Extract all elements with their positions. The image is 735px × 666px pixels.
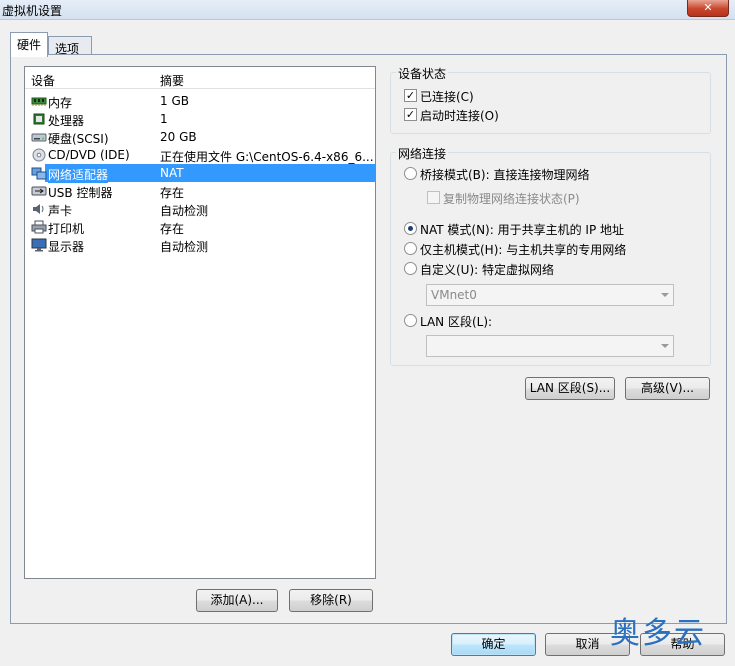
cdrom-icon bbox=[31, 148, 47, 162]
device-row[interactable]: 处理器 1 bbox=[25, 110, 375, 128]
device-name: 内存 bbox=[48, 96, 73, 110]
device-row[interactable]: 硬盘(SCSI) 20 GB bbox=[25, 128, 375, 146]
harddisk-icon bbox=[31, 130, 47, 144]
ok-button[interactable]: 确定 bbox=[451, 633, 536, 656]
custom-label[interactable]: 自定义(U): 特定虚拟网络 bbox=[420, 261, 554, 278]
lan-segments-button[interactable]: LAN 区段(S)... bbox=[525, 377, 615, 400]
device-summary: 1 GB bbox=[160, 94, 189, 108]
printer-icon bbox=[31, 220, 47, 234]
connected-label[interactable]: 已连接(C) bbox=[420, 88, 474, 105]
device-summary: 存在 bbox=[160, 186, 185, 200]
remove-button[interactable]: 移除(R) bbox=[289, 589, 373, 612]
host-only-label[interactable]: 仅主机模式(H): 与主机共享的专用网络 bbox=[420, 241, 626, 258]
device-name: 显示器 bbox=[48, 240, 85, 254]
device-row[interactable]: CD/DVD (IDE) 正在使用文件 G:\CentOS-6.4-x86_6.… bbox=[25, 146, 375, 164]
column-header-summary[interactable]: 摘要 bbox=[160, 72, 184, 89]
device-list[interactable]: 设备 摘要 内存 1 GB 处理器 1 硬盘(SCSI) 20 GB CD/DV… bbox=[24, 66, 376, 579]
device-summary: 20 GB bbox=[160, 130, 197, 144]
device-summary: 自动检测 bbox=[160, 240, 209, 254]
device-name: CD/DVD (IDE) bbox=[48, 148, 130, 162]
device-summary: 正在使用文件 G:\CentOS-6.4-x86_6... bbox=[160, 150, 374, 164]
tab-hardware[interactable]: 硬件 bbox=[10, 32, 48, 57]
close-button[interactable]: ✕ bbox=[687, 0, 729, 17]
device-row[interactable]: USB 控制器 存在 bbox=[25, 182, 375, 200]
device-name: 打印机 bbox=[48, 222, 85, 236]
device-row-selected[interactable]: 网络适配器 NAT bbox=[25, 164, 375, 183]
device-status-title: 设备状态 bbox=[396, 65, 449, 82]
device-summary: 1 bbox=[160, 112, 168, 126]
device-name: 处理器 bbox=[48, 114, 85, 128]
title-bar: 虚拟机设置 ✕ bbox=[0, 0, 735, 20]
device-summary: NAT bbox=[160, 166, 184, 180]
memory-icon bbox=[31, 94, 47, 108]
nat-label[interactable]: NAT 模式(N): 用于共享主机的 IP 地址 bbox=[420, 221, 624, 238]
tab-options[interactable]: 选项 bbox=[48, 36, 92, 56]
device-row[interactable]: 内存 1 GB bbox=[25, 92, 375, 110]
network-connection-group bbox=[390, 152, 711, 366]
window-title: 虚拟机设置 bbox=[2, 4, 63, 18]
device-row[interactable]: 声卡 自动检测 bbox=[25, 200, 375, 218]
device-name: 声卡 bbox=[48, 204, 73, 218]
connected-checkbox[interactable]: ✓ bbox=[404, 89, 417, 102]
usb-icon bbox=[31, 184, 47, 198]
add-button[interactable]: 添加(A)... bbox=[196, 589, 278, 612]
device-summary: 自动检测 bbox=[160, 204, 209, 218]
host-only-radio[interactable] bbox=[404, 242, 417, 255]
nat-radio[interactable] bbox=[404, 222, 417, 235]
lan-segment-label[interactable]: LAN 区段(L): bbox=[420, 313, 492, 330]
custom-radio[interactable] bbox=[404, 262, 417, 275]
bridged-label[interactable]: 桥接模式(B): 直接连接物理网络 bbox=[420, 166, 589, 183]
device-row[interactable]: 显示器 自动检测 bbox=[25, 236, 375, 254]
bridged-radio[interactable] bbox=[404, 167, 417, 180]
sound-icon bbox=[31, 202, 47, 216]
display-icon bbox=[31, 238, 47, 252]
device-row[interactable]: 打印机 存在 bbox=[25, 218, 375, 236]
cpu-icon bbox=[31, 112, 47, 126]
custom-network-select[interactable]: VMnet0 bbox=[426, 284, 674, 306]
device-list-header: 设备 摘要 bbox=[25, 67, 375, 89]
device-summary: 存在 bbox=[160, 222, 185, 236]
replicate-state-checkbox[interactable] bbox=[427, 191, 440, 204]
advanced-button[interactable]: 高级(V)... bbox=[625, 377, 710, 400]
chevron-down-icon bbox=[661, 293, 669, 297]
connect-at-power-on-label[interactable]: 启动时连接(O) bbox=[420, 107, 499, 124]
lan-segment-radio[interactable] bbox=[404, 314, 417, 327]
lan-segment-select[interactable] bbox=[426, 335, 674, 357]
device-name: USB 控制器 bbox=[48, 186, 113, 200]
chevron-down-icon bbox=[661, 344, 669, 348]
network-connection-title: 网络连接 bbox=[396, 145, 449, 162]
network-adapter-icon bbox=[31, 166, 47, 180]
connect-at-power-on-checkbox[interactable]: ✓ bbox=[404, 108, 417, 121]
close-icon: ✕ bbox=[703, 1, 713, 14]
device-name: 硬盘(SCSI) bbox=[48, 132, 109, 146]
column-header-device[interactable]: 设备 bbox=[31, 72, 55, 89]
device-name: 网络适配器 bbox=[48, 166, 109, 183]
watermark-logo: 奥多云 bbox=[610, 616, 706, 651]
replicate-state-label[interactable]: 复制物理网络连接状态(P) bbox=[443, 190, 580, 207]
custom-network-value: VMnet0 bbox=[431, 288, 477, 302]
